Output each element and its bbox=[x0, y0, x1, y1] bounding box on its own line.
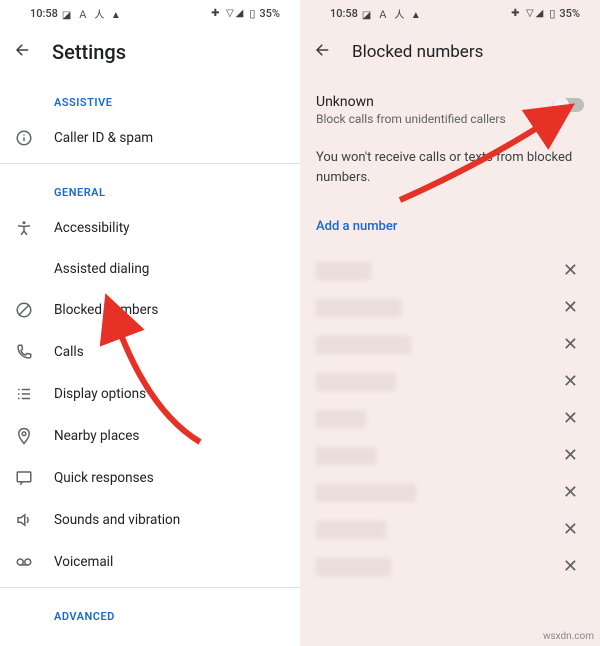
remove-icon[interactable]: ✕ bbox=[557, 519, 584, 540]
remove-icon[interactable]: ✕ bbox=[557, 445, 584, 466]
row-label: Accessibility bbox=[54, 220, 130, 236]
list-icon bbox=[14, 385, 34, 403]
row-label: Assisted dialing bbox=[54, 261, 149, 277]
redacted-number bbox=[316, 373, 396, 391]
status-battery-icon: ▯ bbox=[249, 7, 255, 20]
section-general: GENERAL bbox=[0, 168, 300, 207]
row-assisted-dialing[interactable]: Assisted dialing bbox=[0, 249, 300, 289]
status-battery: 35% bbox=[559, 7, 580, 20]
back-arrow-icon[interactable] bbox=[314, 41, 332, 63]
unknown-title: Unknown bbox=[316, 94, 554, 110]
status-time: 10:58 bbox=[330, 7, 358, 20]
info-icon bbox=[14, 129, 34, 147]
blocked-list: ✕ ✕ ✕ ✕ ✕ ✕ ✕ ✕ bbox=[300, 252, 600, 585]
row-label: Calls bbox=[54, 344, 84, 360]
redacted-number bbox=[316, 410, 366, 428]
toggle-switch[interactable] bbox=[554, 98, 584, 112]
redacted-number bbox=[316, 336, 411, 354]
row-quick-responses[interactable]: Quick responses bbox=[0, 457, 300, 499]
location-icon bbox=[14, 427, 34, 445]
divider bbox=[0, 163, 300, 164]
remove-icon[interactable]: ✕ bbox=[557, 334, 584, 355]
row-label: Display options bbox=[54, 386, 146, 402]
info-text: You won't receive calls or texts from bl… bbox=[300, 134, 600, 201]
back-arrow-icon[interactable] bbox=[14, 41, 32, 63]
section-advanced: ADVANCED bbox=[0, 592, 300, 631]
row-calls[interactable]: Calls bbox=[0, 331, 300, 373]
sound-icon bbox=[14, 511, 34, 529]
remove-icon[interactable]: ✕ bbox=[557, 371, 584, 392]
message-icon bbox=[14, 469, 34, 487]
blocked-item: ✕ bbox=[306, 511, 594, 548]
row-sounds[interactable]: Sounds and vibration bbox=[0, 499, 300, 541]
row-label: Caller ID & spam bbox=[54, 130, 153, 146]
status-icons-right: ✚ ▽◢ bbox=[511, 8, 545, 19]
page-title: Blocked numbers bbox=[352, 42, 483, 62]
remove-icon[interactable]: ✕ bbox=[557, 260, 584, 281]
status-battery: 35% bbox=[259, 7, 280, 20]
redacted-number bbox=[316, 521, 386, 539]
status-bar: 10:58 ◪ Ａ 人 ▲ ✚ ▽◢ ▯ 35% bbox=[300, 0, 600, 26]
row-label: Nearby places bbox=[54, 428, 139, 444]
remove-icon[interactable]: ✕ bbox=[557, 556, 584, 577]
divider bbox=[0, 587, 300, 588]
page-title: Settings bbox=[52, 40, 126, 64]
blocked-item: ✕ bbox=[306, 363, 594, 400]
blocked-item: ✕ bbox=[306, 289, 594, 326]
titlebar: Settings bbox=[0, 26, 300, 78]
row-label: Sounds and vibration bbox=[54, 512, 180, 528]
row-display-options[interactable]: Display options bbox=[0, 373, 300, 415]
blocked-item: ✕ bbox=[306, 400, 594, 437]
status-bar: 10:58 ◪ Ａ 人 ▲ ✚ ▽◢ ▯ 35% bbox=[0, 0, 300, 26]
blocked-item: ✕ bbox=[306, 548, 594, 585]
section-assistive: ASSISTIVE bbox=[0, 78, 300, 117]
blocked-item: ✕ bbox=[306, 474, 594, 511]
remove-icon[interactable]: ✕ bbox=[557, 482, 584, 503]
remove-icon[interactable]: ✕ bbox=[557, 297, 584, 318]
redacted-number bbox=[316, 447, 376, 465]
blocked-item: ✕ bbox=[306, 437, 594, 474]
unknown-subtitle: Block calls from unidentified callers bbox=[316, 112, 554, 126]
blocked-item: ✕ bbox=[306, 252, 594, 289]
status-icons-left: ◪ Ａ 人 ▲ bbox=[362, 6, 423, 21]
accessibility-icon bbox=[14, 219, 34, 237]
blocked-item: ✕ bbox=[306, 326, 594, 363]
status-icons-left: ◪ Ａ 人 ▲ bbox=[62, 6, 123, 21]
row-nearby-places[interactable]: Nearby places bbox=[0, 415, 300, 457]
unknown-setting[interactable]: Unknown Block calls from unidentified ca… bbox=[300, 78, 600, 134]
row-voicemail[interactable]: Voicemail bbox=[0, 541, 300, 583]
redacted-number bbox=[316, 558, 391, 576]
phone-icon bbox=[14, 343, 34, 361]
row-caller-id-spam[interactable]: Caller ID & spam bbox=[0, 117, 300, 159]
block-icon bbox=[14, 301, 34, 319]
status-icons-right: ✚ ▽◢ bbox=[211, 8, 245, 19]
row-label: Quick responses bbox=[54, 470, 154, 486]
redacted-number bbox=[316, 262, 371, 280]
titlebar: Blocked numbers bbox=[300, 26, 600, 78]
add-number-button[interactable]: Add a number bbox=[300, 201, 600, 252]
row-blocked-numbers[interactable]: Blocked numbers bbox=[0, 289, 300, 331]
watermark: wsxdn.com bbox=[543, 631, 594, 642]
status-battery-icon: ▯ bbox=[549, 7, 555, 20]
voicemail-icon bbox=[14, 553, 34, 571]
row-label: Voicemail bbox=[54, 554, 113, 570]
row-accessibility[interactable]: Accessibility bbox=[0, 207, 300, 249]
redacted-number bbox=[316, 484, 416, 502]
remove-icon[interactable]: ✕ bbox=[557, 408, 584, 429]
redacted-number bbox=[316, 299, 401, 317]
row-label: Blocked numbers bbox=[54, 302, 158, 318]
status-time: 10:58 bbox=[30, 7, 58, 20]
